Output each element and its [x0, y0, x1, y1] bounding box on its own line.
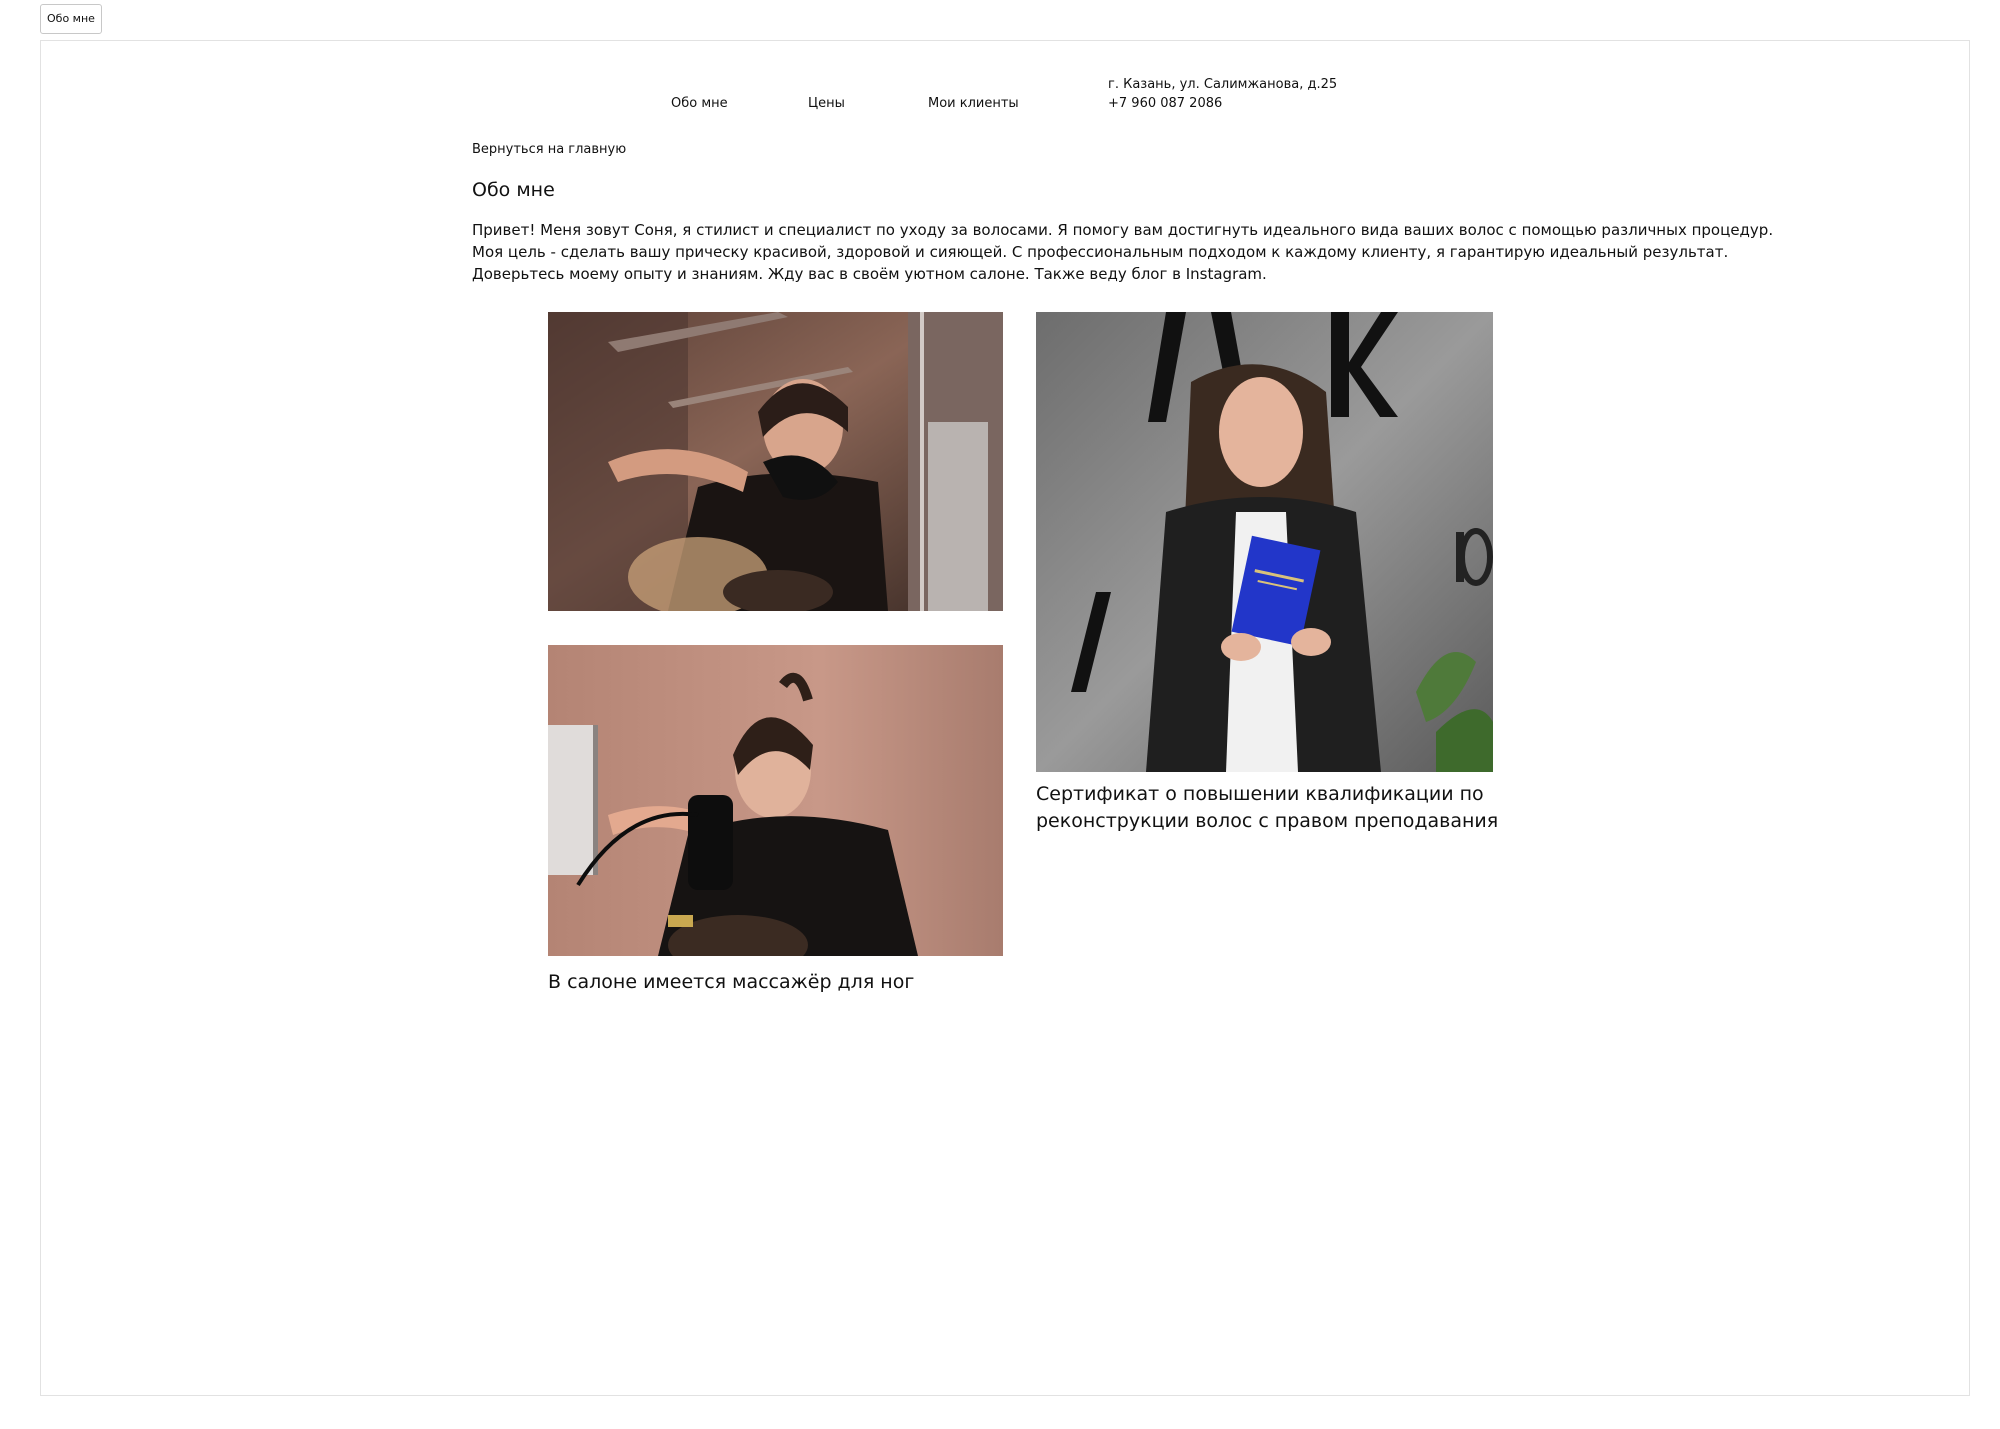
address: г. Казань, ул. Салимжанова, д.25: [1108, 77, 1338, 92]
nav-link-prices[interactable]: Цены: [808, 84, 845, 124]
contact-info: г. Казань, ул. Салимжанова, д.25 +7 960 …: [1108, 75, 1337, 113]
nav-link-clients[interactable]: Мои клиенты: [928, 84, 1019, 124]
phone-number[interactable]: +7 960 087 2086: [1108, 94, 1337, 113]
stylist-certificate-photo: [1036, 312, 1493, 772]
back-to-home-link[interactable]: Вернуться на главную: [472, 141, 626, 159]
caption-certificate: Сертификат о повышении квалификации по р…: [1036, 783, 1499, 832]
tab-about[interactable]: Обо мне: [40, 4, 102, 34]
about-text: Привет! Меня зовут Соня, я стилист и спе…: [472, 221, 1774, 283]
caption-foot-massager: В салоне имеется массажёр для ног: [548, 971, 915, 993]
stylist-drying-photo: [548, 312, 1003, 611]
nav-link-about[interactable]: Обо мне: [671, 84, 728, 124]
top-nav: Обо мне Цены Мои клиенты: [41, 84, 1969, 124]
page-frame: Обо мне Цены Мои клиенты г. Казань, ул. …: [40, 40, 1970, 1396]
page-title: Обо мне: [472, 179, 555, 201]
stylist-hairdryer-photo: [548, 645, 1003, 956]
